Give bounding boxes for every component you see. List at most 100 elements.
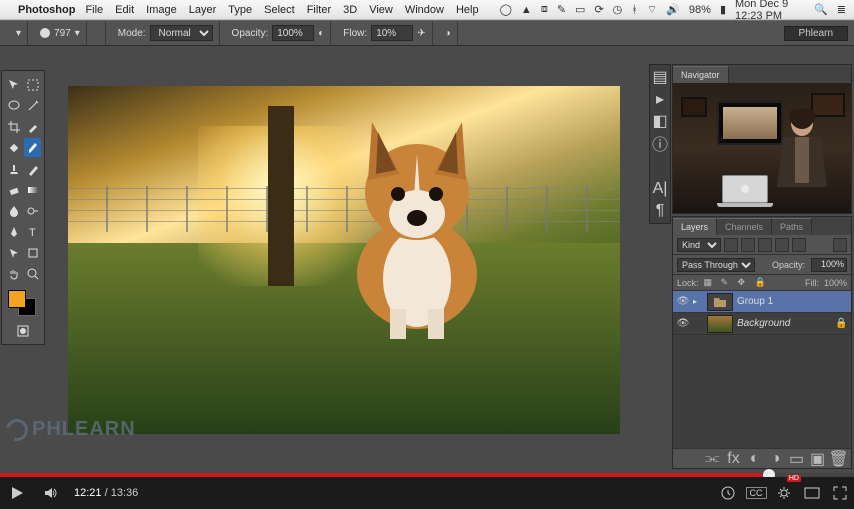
foreground-swatch[interactable] — [8, 290, 26, 308]
layer-style-icon[interactable]: fx — [727, 452, 740, 465]
paths-tab[interactable]: Paths — [772, 218, 812, 235]
shape-tool[interactable] — [24, 243, 41, 262]
actions-panel-icon[interactable]: ▸ — [650, 89, 670, 109]
lock-image-icon[interactable]: ✎ — [721, 277, 733, 289]
channels-tab[interactable]: Channels — [717, 218, 772, 235]
layer-name[interactable]: Background — [737, 318, 835, 329]
filter-kind-select[interactable]: Kind — [677, 238, 721, 252]
lasso-tool[interactable] — [5, 96, 22, 115]
menu-help[interactable]: Help — [456, 4, 479, 16]
evernote-icon[interactable]: ✎ — [557, 3, 566, 16]
filter-pixel-icon[interactable] — [724, 238, 738, 252]
layer-mask-icon[interactable]: ◐ — [748, 452, 761, 465]
adobe-icon[interactable]: ▲ — [521, 4, 532, 16]
menu-3d[interactable]: 3D — [343, 4, 357, 16]
timemachine-icon[interactable]: ◷ — [613, 3, 623, 16]
layer-opacity-input[interactable]: 100% — [811, 258, 847, 272]
menu-image[interactable]: Image — [146, 4, 177, 16]
healing-brush-tool[interactable] — [5, 138, 22, 157]
filter-adjust-icon[interactable] — [741, 238, 755, 252]
clone-stamp-tool[interactable] — [5, 159, 22, 178]
volume-icon[interactable]: 🔊 — [666, 3, 680, 16]
blend-mode-select[interactable]: Normal — [150, 25, 213, 41]
visibility-toggle[interactable]: 👁 — [673, 318, 693, 329]
path-selection-tool[interactable] — [5, 243, 22, 262]
fullscreen-button[interactable] — [826, 477, 854, 509]
layers-tab[interactable]: Layers — [673, 218, 717, 235]
settings-button[interactable]: HD — [770, 477, 798, 509]
layer-row-background[interactable]: 👁 Background 🔒 — [673, 313, 851, 335]
marquee-tool[interactable] — [24, 75, 41, 94]
link-layers-icon[interactable]: ⫘ — [706, 452, 719, 465]
move-tool[interactable] — [5, 75, 22, 94]
battery-icon[interactable]: ▮ — [720, 3, 726, 16]
layer-blend-select[interactable]: Pass Through — [677, 258, 755, 272]
spotlight-icon[interactable]: 🔍 — [814, 3, 828, 16]
paragraph-panel-icon[interactable]: ¶ — [650, 201, 670, 221]
blur-tool[interactable] — [5, 201, 22, 220]
workspace-switcher[interactable]: Phlearn — [784, 26, 848, 41]
eraser-tool[interactable] — [5, 180, 22, 199]
airbrush-icon[interactable]: ✈ — [417, 28, 425, 39]
crop-tool[interactable] — [5, 117, 22, 136]
disclosure-arrow[interactable]: ▸ — [693, 297, 703, 306]
filter-type-icon[interactable] — [758, 238, 772, 252]
menu-window[interactable]: Window — [405, 4, 444, 16]
new-layer-icon[interactable]: ▣ — [811, 452, 824, 465]
filter-toggle[interactable] — [833, 238, 847, 252]
color-swatches[interactable] — [4, 290, 42, 320]
lock-all-icon[interactable]: 🔒 — [755, 277, 767, 289]
zoom-tool[interactable] — [24, 264, 41, 283]
menu-select[interactable]: Select — [264, 4, 295, 16]
layer-row-group1[interactable]: 👁 ▸ Group 1 — [673, 291, 851, 313]
flow-input[interactable]: 10% — [371, 25, 413, 41]
display-icon[interactable]: ▭ — [575, 3, 585, 16]
pressure-size-icon[interactable]: ◑ — [439, 21, 458, 45]
captions-button[interactable]: CC — [742, 477, 770, 509]
brush-panel-toggle[interactable] — [93, 21, 106, 45]
pen-tool[interactable] — [5, 222, 22, 241]
gradient-tool[interactable] — [24, 180, 41, 199]
menu-filter[interactable]: Filter — [307, 4, 331, 16]
pressure-opacity-icon[interactable]: ◐ — [318, 28, 324, 39]
menu-view[interactable]: View — [369, 4, 393, 16]
brush-picker[interactable]: 797 ▾ — [34, 21, 87, 45]
menu-file[interactable]: File — [85, 4, 103, 16]
cc-cloud-icon[interactable]: ◯ — [500, 3, 512, 16]
fill-input[interactable]: 100% — [824, 278, 847, 288]
character-panel-icon[interactable]: A| — [650, 179, 670, 199]
bluetooth-icon[interactable]: ᚼ — [631, 4, 638, 16]
new-group-icon[interactable]: ▭ — [790, 452, 803, 465]
dodge-tool[interactable] — [24, 201, 41, 220]
eyedropper-tool[interactable] — [24, 117, 41, 136]
volume-button[interactable] — [34, 477, 68, 509]
document-area[interactable] — [50, 66, 644, 443]
dropbox-icon[interactable]: ⧈ — [541, 3, 548, 16]
history-panel-icon[interactable]: ▤ — [650, 67, 670, 87]
magic-wand-tool[interactable] — [24, 96, 41, 115]
theater-mode-button[interactable] — [798, 477, 826, 509]
lock-position-icon[interactable]: ✥ — [738, 277, 750, 289]
lock-transparent-icon[interactable]: ▦ — [704, 277, 716, 289]
filter-smart-icon[interactable] — [792, 238, 806, 252]
canvas[interactable] — [68, 86, 620, 434]
notification-center-icon[interactable]: ≣ — [837, 3, 846, 16]
menubar-clock[interactable]: Mon Dec 9 12:23 PM — [735, 0, 805, 22]
type-tool[interactable]: T — [24, 222, 41, 241]
battery-percent[interactable]: 98% — [689, 4, 711, 16]
visibility-toggle[interactable]: 👁 — [673, 296, 693, 307]
menu-layer[interactable]: Layer — [189, 4, 217, 16]
menu-type[interactable]: Type — [228, 4, 252, 16]
brush-tool[interactable] — [24, 138, 41, 157]
tool-preset-picker[interactable]: ▾ — [6, 21, 28, 45]
wifi-icon[interactable]: ⌔ — [647, 3, 657, 17]
hand-tool[interactable] — [5, 264, 22, 283]
sync-icon[interactable]: ⟳ — [594, 3, 603, 16]
filter-shape-icon[interactable] — [775, 238, 789, 252]
adjustment-layer-icon[interactable]: ◑ — [769, 452, 782, 465]
properties-panel-icon[interactable]: ◧ — [650, 111, 670, 131]
app-name[interactable]: Photoshop — [18, 4, 75, 16]
info-panel-icon[interactable]: ⓘ — [650, 133, 670, 153]
quick-mask-toggle[interactable] — [14, 321, 33, 340]
delete-layer-icon[interactable]: 🗑 — [832, 452, 845, 465]
